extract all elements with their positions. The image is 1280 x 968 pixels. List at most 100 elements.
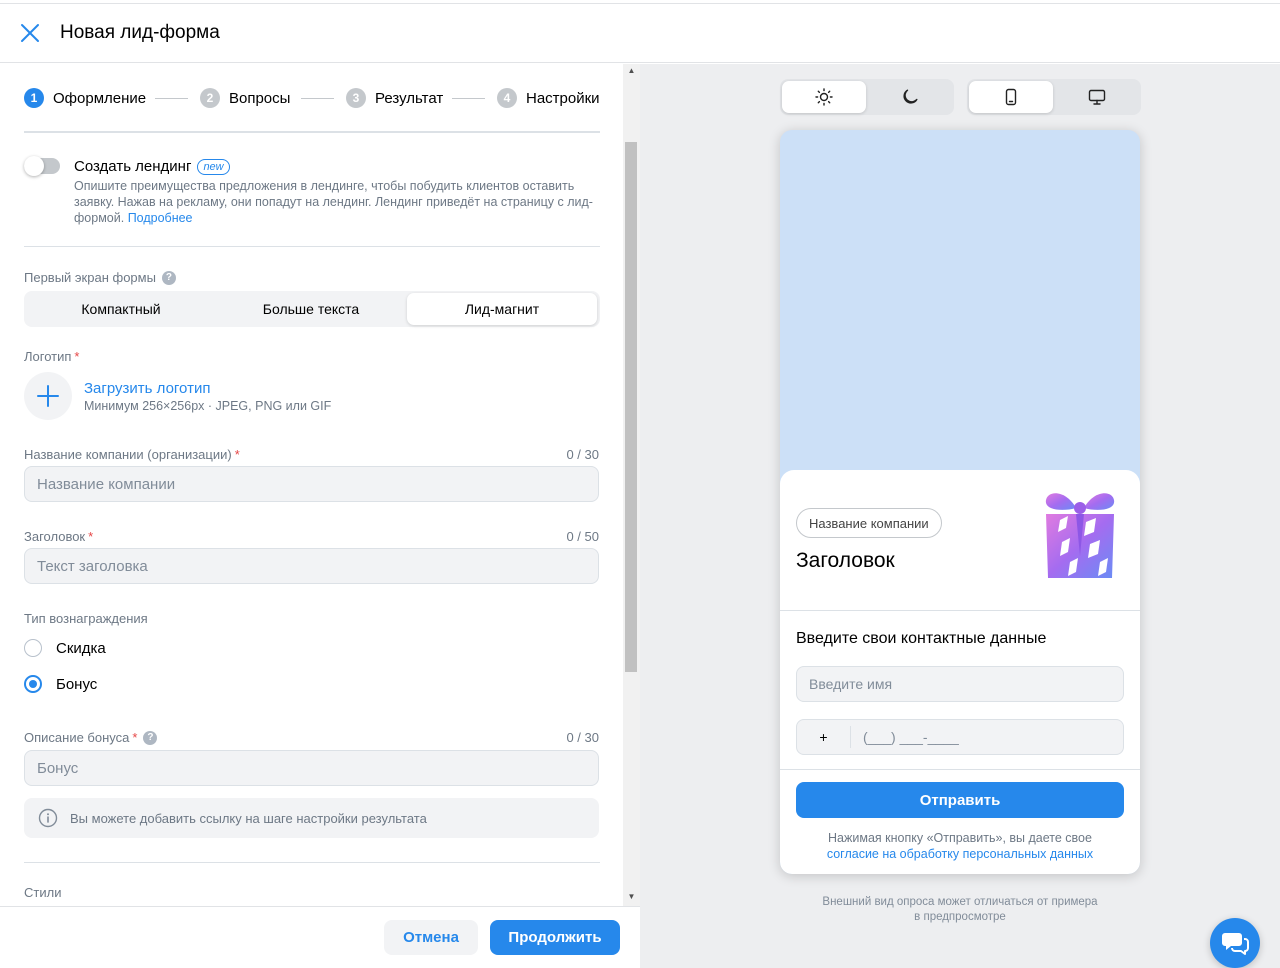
- radio-bonus[interactable]: Бонус: [24, 675, 97, 693]
- scrollbar-thumb[interactable]: [625, 142, 637, 672]
- radio-label: Бонус: [56, 675, 98, 693]
- radio-button[interactable]: [24, 675, 42, 693]
- bonus-label: Описание бонуса * ?: [24, 730, 158, 745]
- scroll-down-arrow[interactable]: ▼: [623, 890, 640, 904]
- step-label: Оформление: [53, 89, 147, 107]
- more-link[interactable]: Подробнее: [128, 211, 193, 225]
- scroll-up-arrow[interactable]: ▲: [623, 64, 640, 78]
- required-mark: *: [74, 349, 80, 364]
- sun-icon: [815, 88, 833, 106]
- step-number: 1: [24, 88, 44, 108]
- option-compact[interactable]: Компактный: [26, 293, 216, 325]
- info-icon: [38, 808, 58, 828]
- device-toggle: [967, 79, 1141, 115]
- preview-disclaimer: Внешний вид опроса может отличаться от п…: [822, 896, 1098, 923]
- lead-form-card: Название компании Заголовок Введите свои…: [780, 470, 1140, 874]
- step-questions[interactable]: 2 Вопросы: [200, 86, 290, 110]
- landing-label: Создать лендинг: [74, 158, 192, 175]
- help-icon[interactable]: ?: [143, 730, 158, 745]
- radio-discount[interactable]: Скидка: [24, 639, 106, 657]
- dark-theme-button[interactable]: [868, 81, 952, 113]
- upload-hint: Минимум 256×256px · JPEG, PNG или GIF: [84, 399, 332, 413]
- step-label: Настройки: [526, 89, 600, 107]
- cancel-button[interactable]: Отмена: [384, 920, 478, 955]
- required-mark: *: [88, 529, 94, 544]
- chat-icon: [1222, 933, 1249, 955]
- consent-link[interactable]: согласие на обработку персональных данны…: [827, 847, 1093, 861]
- landing-description: Опишите преимущества предложения в ленди…: [74, 178, 600, 226]
- divider: [24, 246, 600, 247]
- toggle-knob: [24, 156, 44, 176]
- chat-button[interactable]: [1210, 918, 1260, 968]
- landing-toggle[interactable]: [24, 156, 60, 176]
- landing-title: Создать лендинг new: [74, 158, 230, 175]
- first-screen-label: Первый экран формы ?: [24, 270, 176, 285]
- step-number: 2: [200, 88, 220, 108]
- company-label: Название компании (организации) *: [24, 447, 240, 462]
- radio-label: Скидка: [56, 639, 106, 657]
- headline-counter: 0 / 50: [566, 529, 599, 544]
- bonus-counter: 0 / 30: [566, 730, 599, 745]
- upload-logo-button[interactable]: [24, 372, 72, 420]
- light-theme-button[interactable]: [782, 81, 866, 113]
- phone-icon: [1005, 88, 1017, 106]
- bonus-label-text: Описание бонуса: [24, 730, 130, 745]
- stepper: 1 Оформление 2 Вопросы 3 Результат 4 Нас…: [24, 86, 600, 110]
- new-badge: new: [197, 158, 230, 175]
- step-number: 3: [346, 88, 366, 108]
- divider: [780, 769, 1140, 770]
- step-connector: [452, 98, 485, 99]
- mobile-view-button[interactable]: [969, 81, 1053, 113]
- divider: [24, 862, 600, 863]
- send-button[interactable]: Отправить: [796, 782, 1124, 818]
- company-chip: Название компании: [796, 508, 942, 538]
- option-more-text[interactable]: Больше текста: [216, 293, 406, 325]
- styles-label: Стили: [24, 885, 62, 900]
- header: Новая лид-форма: [0, 5, 1280, 63]
- logo-label: Логотип *: [24, 349, 79, 364]
- form-editor-panel: 1 Оформление 2 Вопросы 3 Результат 4 Нас…: [0, 64, 640, 906]
- step-settings[interactable]: 4 Настройки: [497, 86, 600, 110]
- company-input[interactable]: Название компании: [24, 466, 599, 502]
- close-icon[interactable]: [18, 21, 42, 45]
- theme-toggle: [780, 79, 954, 115]
- info-text: Вы можете добавить ссылку на шаге настро…: [70, 810, 427, 826]
- bonus-input[interactable]: Бонус: [24, 750, 599, 786]
- upload-logo-link[interactable]: Загрузить логотип: [84, 380, 210, 397]
- gift-icon: [1045, 493, 1115, 578]
- divider: [780, 610, 1140, 611]
- step-result[interactable]: 3 Результат: [346, 86, 443, 110]
- continue-button[interactable]: Продолжить: [490, 920, 620, 955]
- plus-icon: [37, 385, 59, 407]
- desktop-icon: [1088, 89, 1106, 105]
- step-label: Результат: [375, 89, 444, 107]
- option-lead-magnet[interactable]: Лид-магнит: [407, 293, 597, 325]
- step-design[interactable]: 1 Оформление: [24, 86, 146, 110]
- company-counter: 0 / 30: [566, 447, 599, 462]
- step-connector: [155, 98, 188, 99]
- preview-panel: Название компании Заголовок Введите свои…: [640, 64, 1280, 968]
- help-icon[interactable]: ?: [161, 270, 176, 285]
- footer: Отмена Продолжить: [0, 906, 640, 968]
- consent-text: Нажимая кнопку «Отправить», вы даете сво…: [796, 830, 1124, 862]
- headline-label-text: Заголовок: [24, 529, 86, 544]
- name-input[interactable]: Введите имя: [796, 666, 1124, 702]
- desktop-view-button[interactable]: [1055, 81, 1139, 113]
- info-box: Вы можете добавить ссылку на шаге настро…: [24, 798, 599, 838]
- top-border: [0, 0, 1280, 4]
- logo-label-text: Логотип: [24, 349, 72, 364]
- phone-input[interactable]: + (___) ___-____: [796, 719, 1124, 755]
- phone-prefix: +: [797, 726, 851, 748]
- headline-label: Заголовок *: [24, 529, 93, 544]
- step-label: Вопросы: [229, 89, 291, 107]
- consent-text-main: Нажимая кнопку «Отправить», вы даете сво…: [828, 831, 1092, 845]
- divider: [24, 131, 600, 133]
- radio-button[interactable]: [24, 639, 42, 657]
- required-mark: *: [132, 730, 138, 745]
- reward-type-label: Тип вознаграждения: [24, 611, 148, 626]
- company-label-text: Название компании (организации): [24, 447, 232, 462]
- headline-input[interactable]: Текст заголовка: [24, 548, 599, 584]
- first-screen-label-text: Первый экран формы: [24, 270, 156, 285]
- phone-preview: Название компании Заголовок Введите свои…: [780, 130, 1140, 874]
- page-title: Новая лид-форма: [60, 22, 220, 43]
